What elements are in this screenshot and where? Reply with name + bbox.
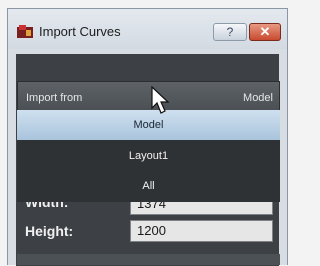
import-from-dropdown-list: Model Layout1 All — [17, 110, 280, 202]
mouse-pointer-icon — [151, 86, 170, 114]
close-button[interactable]: ✕ — [249, 23, 281, 41]
dropdown-option-all[interactable]: All — [17, 171, 280, 201]
import-from-value: Model — [243, 92, 273, 104]
title-bar[interactable]: Import Curves ? ✕ — [8, 9, 287, 49]
dropdown-option-model[interactable]: Model — [17, 110, 280, 140]
import-curves-app-icon — [17, 25, 33, 38]
import-from-label: Import from — [26, 92, 83, 104]
dropdown-option-layout1[interactable]: Layout1 — [17, 141, 280, 171]
next-row-strip — [17, 254, 280, 265]
window-title: Import Curves — [39, 24, 121, 39]
help-button[interactable]: ? — [213, 23, 247, 41]
height-label: Height: — [25, 223, 74, 239]
import-from-combobox[interactable]: Import from Model — [17, 81, 280, 113]
height-input[interactable]: 1200 — [130, 220, 273, 242]
